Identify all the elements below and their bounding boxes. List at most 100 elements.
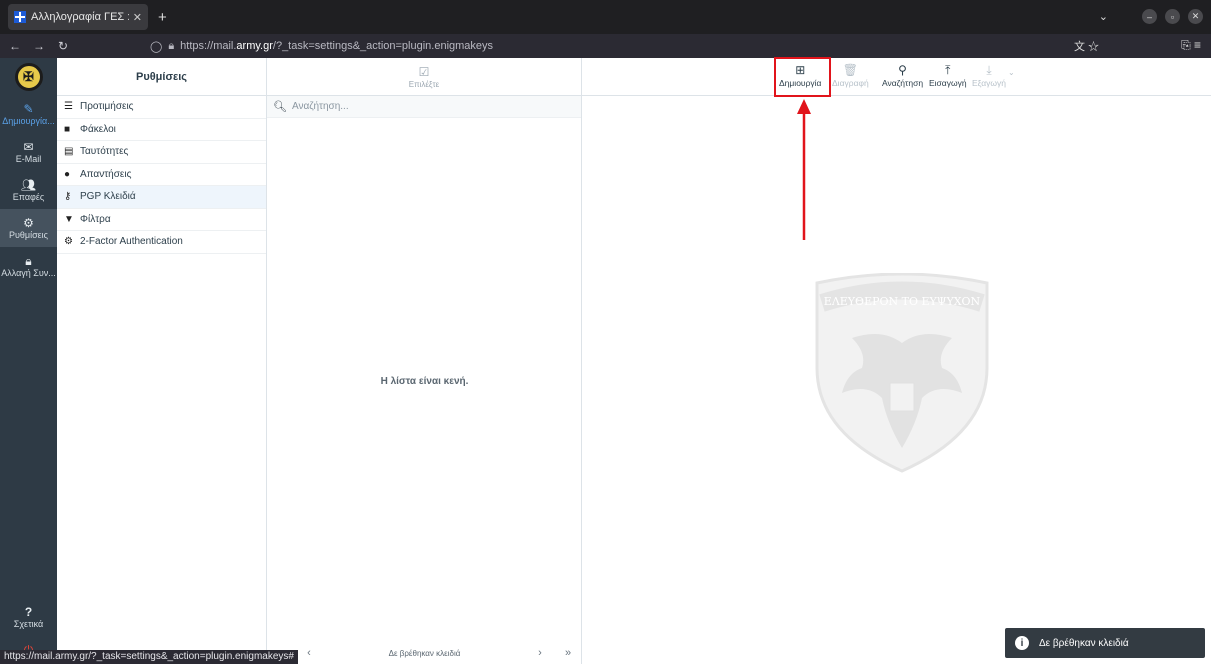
rail-change-password-label: Αλλαγή Συν... [1, 268, 56, 278]
rail-contacts[interactable]: 👥︎ Επαφές [0, 171, 57, 209]
settings-item-label: Ταυτότητες [80, 146, 129, 158]
rail-contacts-label: Επαφές [12, 192, 45, 202]
settings-panel: Ρυθμίσεις ☰ Προτιμήσεις ■ Φάκελοι ▤ Ταυτ… [57, 58, 267, 664]
settings-item-2fa[interactable]: ⚙ 2-Factor Authentication [57, 231, 266, 254]
delete-button[interactable]: 🗑︎ Διαγραφή [832, 63, 869, 88]
browser-tab-bar: Αλληλογραφία ΓΕΣ :: PGP ✕ + ⌄ – ▫ ✕ [0, 0, 1211, 34]
upload-icon: ⤒ [945, 63, 951, 77]
close-tab-icon[interactable]: ✕ [133, 11, 142, 24]
site-favicon-icon [14, 11, 26, 23]
watermark-motto: ΕΛΕΥΘΕΡΟΝ ΤΟ ΕΥΨΥΧΟΝ [824, 295, 981, 308]
back-icon[interactable]: ← [6, 39, 24, 53]
keys-toolbar: ⊞ Δημιουργία 🗑︎ Διαγραφή ⚲ Αναζήτηση ⤒ Ε… [582, 57, 1211, 97]
info-icon: i [1015, 636, 1029, 650]
select-label: Επιλέξτε [408, 79, 440, 89]
rail-settings[interactable]: ⚙ Ρυθμίσεις [0, 209, 57, 247]
extensions-menu-icon[interactable]: ⎘ ≡ [1181, 38, 1201, 53]
rail-compose[interactable]: ✎ Δημιουργία... [0, 95, 57, 133]
search-label: Αναζήτηση [882, 78, 924, 88]
search-placeholder: Αναζήτηση... [291, 101, 349, 112]
delete-label: Διαγραφή [832, 78, 869, 88]
rail-about-label: Σχετικά [13, 619, 44, 629]
settings-item-filters[interactable]: ▼ Φίλτρα [57, 209, 266, 231]
rail-settings-label: Ρυθμίσεις [8, 230, 49, 240]
toast-text: Δε βρέθηκαν κλειδιά [1039, 637, 1129, 649]
next-page-icon[interactable]: › [526, 647, 554, 659]
select-button[interactable]: ☑ Επιλέξτε [267, 58, 581, 96]
users-icon: 👥︎ [20, 178, 37, 192]
settings-item-label: 2-Factor Authentication [80, 236, 183, 248]
checkbox-icon: ☑ [418, 64, 430, 79]
settings-item-label: Προτιμήσεις [80, 101, 134, 113]
export-label: Εξαγωγή [972, 78, 1007, 88]
pager: « ‹ Δε βρέθηκαν κλειδιά › » [267, 642, 582, 664]
gear-icon: ⚙ [23, 216, 34, 230]
url-prefix: https://mail. [180, 40, 237, 52]
maximize-icon[interactable]: ▫ [1165, 9, 1180, 24]
lock-icon[interactable]: 🔒︎ [168, 40, 174, 53]
settings-item-pgp-keys[interactable]: ⚷ PGP Κλειδιά [57, 186, 266, 209]
keys-list-panel: ☑ Επιλέξτε 🔍︎ Αναζήτηση... Η λίστα είναι… [267, 58, 582, 664]
browser-tab[interactable]: Αλληλογραφία ΓΕΣ :: PGP ✕ [8, 4, 148, 30]
compose-icon: ✎ [23, 102, 34, 116]
app-rail: ✠ ✎ Δημιουργία... ✉ E-Mail 👥︎ Επαφές ⚙ Ρ… [0, 58, 57, 664]
question-icon: ? [24, 605, 33, 619]
rail-change-password[interactable]: 🔒︎ Αλλαγή Συν... [0, 247, 57, 285]
close-window-icon[interactable]: ✕ [1188, 9, 1203, 24]
envelope-icon: ✉ [23, 140, 34, 154]
rail-compose-label: Δημιουργία... [2, 116, 55, 126]
prev-page-icon[interactable]: ‹ [295, 647, 323, 659]
key-icon: ⚷ [64, 191, 72, 203]
rail-about[interactable]: ? Σχετικά [0, 598, 57, 636]
sliders-icon: ☰ [64, 101, 73, 113]
rail-mail-label: E-Mail [15, 154, 42, 164]
import-label: Εισαγωγή [929, 78, 967, 88]
window-controls: ⌄ – ▫ ✕ [1099, 9, 1203, 24]
settings-item-label: Φάκελοι [80, 123, 116, 135]
export-dropdown-icon[interactable]: ⌄ [1008, 68, 1015, 77]
download-icon: ⤓ [986, 63, 992, 77]
notification-toast[interactable]: i Δε βρέθηκαν κλειδιά [1005, 628, 1205, 658]
last-page-icon[interactable]: » [554, 647, 582, 659]
import-button[interactable]: ⤒ Εισαγωγή [929, 63, 967, 88]
tab-list-chevron-icon[interactable]: ⌄ [1099, 10, 1108, 23]
forward-icon[interactable]: → [30, 39, 48, 53]
lock-icon: 🔒︎ [25, 254, 32, 268]
pager-status: Δε βρέθηκαν κλειδιά [388, 648, 461, 658]
create-highlight-box [774, 57, 831, 97]
minimize-icon[interactable]: – [1142, 9, 1157, 24]
content-pane: ⊞ Δημιουργία 🗑︎ Διαγραφή ⚲ Αναζήτηση ⤒ Ε… [582, 57, 1211, 664]
settings-item-label: Απαντήσεις [80, 168, 132, 180]
settings-item-label: PGP Κλειδιά [80, 191, 136, 203]
search-icon: 🔍︎ [273, 101, 287, 113]
army-emblem-watermark: ΕΛΕΥΘΕΡΟΝ ΤΟ ΕΥΨΥΧΟΝ [815, 273, 989, 473]
rail-mail[interactable]: ✉ E-Mail [0, 133, 57, 171]
translate-bookmark-icons[interactable]: 文 ☆ [1074, 38, 1099, 54]
url-host: army.gr [236, 40, 273, 52]
settings-item-responses[interactable]: ● Απαντήσεις [57, 164, 266, 186]
address-bar[interactable]: ◯ 🔒︎ https://mail. army.gr/?_task=setting… [150, 36, 1101, 56]
logo[interactable]: ✠ [14, 63, 43, 91]
new-tab-icon[interactable]: + [158, 9, 167, 26]
settings-title: Ρυθμίσεις [57, 58, 266, 96]
search-input[interactable]: 🔍︎ Αναζήτηση... [267, 96, 581, 118]
settings-item-identities[interactable]: ▤ Ταυτότητες [57, 141, 266, 164]
settings-item-folders[interactable]: ■ Φάκελοι [57, 119, 266, 141]
tab-title: Αλληλογραφία ΓΕΣ :: PGP [31, 11, 129, 23]
settings-item-preferences[interactable]: ☰ Προτιμήσεις [57, 96, 266, 119]
gear-icon: ⚙ [64, 236, 73, 248]
link-status-bar: https://mail.army.gr/?_task=settings&_ac… [0, 650, 298, 664]
trash-icon: 🗑︎ [842, 63, 858, 77]
empty-list-message: Η λίστα είναι κενή. [380, 376, 469, 387]
search-button[interactable]: ⚲ Αναζήτηση [882, 63, 923, 88]
comment-icon: ● [64, 168, 71, 180]
id-card-icon: ▤ [64, 146, 74, 158]
folder-icon: ■ [64, 123, 71, 135]
url-path: /?_task=settings&_action=plugin.enigmake… [272, 40, 494, 52]
export-button[interactable]: ⤓ Εξαγωγή [972, 63, 1006, 88]
reload-icon[interactable]: ↻ [54, 39, 72, 53]
filter-icon: ▼ [64, 213, 74, 225]
search-icon: ⚲ [898, 63, 907, 77]
shield-icon[interactable]: ◯ [150, 40, 162, 53]
browser-nav-bar: ← → ↻ ◯ 🔒︎ https://mail. army.gr/?_task=s… [0, 34, 1211, 58]
